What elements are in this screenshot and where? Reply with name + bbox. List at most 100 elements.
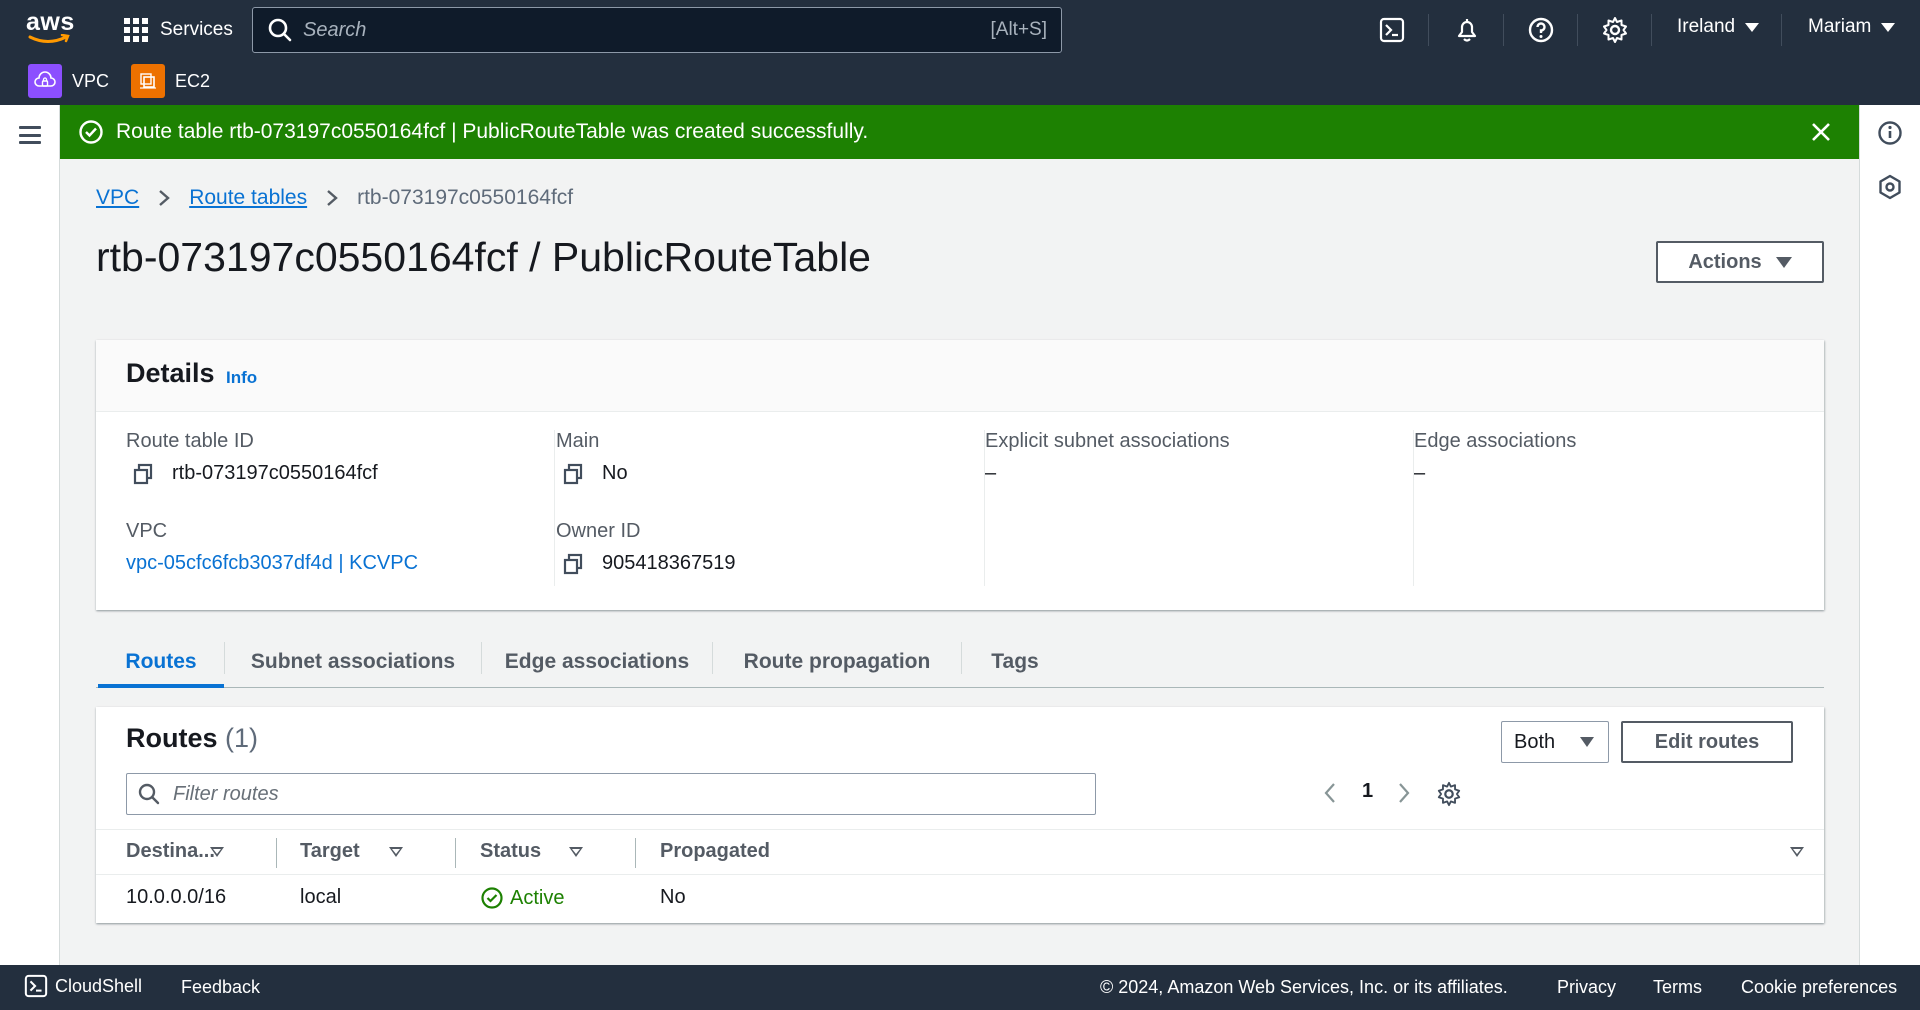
account-menu[interactable]: Mariam xyxy=(1808,16,1896,38)
details-header: Details Info xyxy=(96,340,1824,412)
copy-icon[interactable] xyxy=(562,553,584,575)
actions-label: Actions xyxy=(1688,250,1762,273)
vpc-service-icon xyxy=(28,64,62,98)
details-column-3: Explicit subnet associations – xyxy=(985,430,1414,586)
aws-logo[interactable]: aws xyxy=(26,10,74,44)
copy-icon[interactable] xyxy=(132,463,154,485)
search-icon xyxy=(138,783,160,805)
search-icon xyxy=(268,18,292,42)
flash-message: Route table rtb-073197c0550164fcf | Publ… xyxy=(116,120,869,143)
chevron-right-icon xyxy=(159,190,171,206)
column-target[interactable]: Target xyxy=(300,840,360,863)
privacy-link[interactable]: Privacy xyxy=(1557,977,1616,998)
favorite-ec2-label: EC2 xyxy=(175,70,211,91)
owner-id-text: 905418367519 xyxy=(602,552,736,574)
status-text: Active xyxy=(510,886,565,909)
bell-icon xyxy=(1457,19,1477,42)
breadcrumb-route-tables[interactable]: Route tables xyxy=(189,186,307,210)
routes-table-header: Destina... Target Status Propagated xyxy=(96,829,1824,875)
tab-route-propagation[interactable]: Route propagation xyxy=(713,636,961,688)
column-resizer[interactable] xyxy=(276,838,277,868)
caret-down-icon xyxy=(1881,22,1896,32)
sort-caret-icon[interactable] xyxy=(1790,847,1804,857)
actions-button[interactable]: Actions xyxy=(1656,241,1824,283)
gear-icon xyxy=(1603,17,1627,43)
cell-target: local xyxy=(300,886,342,908)
aws-logo-text: aws xyxy=(26,8,75,36)
chevron-right-icon xyxy=(327,190,338,206)
cloudshell-icon xyxy=(24,974,48,998)
feedback-link[interactable]: Feedback xyxy=(181,977,260,998)
global-search[interactable]: [Alt+S] xyxy=(252,7,1062,53)
nav-divider xyxy=(1651,14,1652,46)
services-grid-icon xyxy=(124,18,148,42)
sort-caret-icon[interactable] xyxy=(569,847,583,857)
explorer-icon[interactable] xyxy=(1876,173,1904,201)
region-selector[interactable]: Ireland xyxy=(1677,16,1760,38)
info-panel-icon[interactable] xyxy=(1876,119,1904,147)
close-icon[interactable] xyxy=(1808,119,1834,145)
terms-link[interactable]: Terms xyxy=(1653,977,1702,998)
cell-destination: 10.0.0.0/16 xyxy=(126,886,227,908)
vpc-link[interactable]: vpc-05cfc6fcb3037df4d | KCVPC xyxy=(126,552,418,575)
search-input[interactable] xyxy=(303,18,991,42)
notifications-button[interactable] xyxy=(1451,14,1483,46)
chevron-left-icon[interactable] xyxy=(1322,781,1338,805)
sort-caret-icon[interactable] xyxy=(210,847,224,857)
routes-count: (1) xyxy=(225,723,259,753)
column-propagated[interactable]: Propagated xyxy=(660,840,770,863)
sort-caret-icon[interactable] xyxy=(389,847,403,857)
route-filter-value: Both xyxy=(1514,730,1556,753)
column-resizer[interactable] xyxy=(635,838,636,868)
routes-heading-text: Routes xyxy=(126,723,218,753)
left-navigation-rail xyxy=(0,105,60,965)
cell-status: Active xyxy=(480,886,564,910)
filter-routes-input[interactable] xyxy=(173,782,1095,806)
info-link[interactable]: Info xyxy=(226,368,257,388)
edit-routes-button[interactable]: Edit routes xyxy=(1621,721,1793,763)
explicit-subnet-label: Explicit subnet associations xyxy=(985,430,1230,452)
search-shortcut-hint: [Alt+S] xyxy=(990,19,1048,40)
tab-edge-associations[interactable]: Edge associations xyxy=(482,636,712,688)
favorite-ec2[interactable]: EC2 xyxy=(131,64,210,98)
vpc-label: VPC xyxy=(126,520,168,542)
gear-icon[interactable] xyxy=(1436,781,1462,807)
nav-divider xyxy=(1577,14,1578,46)
footer: CloudShell Feedback © 2024, Amazon Web S… xyxy=(0,965,1920,1010)
tab-routes[interactable]: Routes xyxy=(98,636,224,688)
owner-id-label: Owner ID xyxy=(556,520,641,542)
cloudshell-nav-button[interactable] xyxy=(1376,14,1408,46)
ec2-service-icon xyxy=(131,64,165,98)
tab-subnet-associations[interactable]: Subnet associations xyxy=(225,636,481,688)
services-menu-button[interactable]: Services xyxy=(124,14,233,46)
tab-tags[interactable]: Tags xyxy=(962,636,1068,688)
breadcrumb-vpc[interactable]: VPC xyxy=(96,186,139,210)
success-flashbar: Route table rtb-073197c0550164fcf | Publ… xyxy=(60,105,1859,159)
page-number[interactable]: 1 xyxy=(1362,780,1373,803)
column-resizer[interactable] xyxy=(455,838,456,868)
column-status[interactable]: Status xyxy=(480,840,541,863)
help-icon xyxy=(1528,17,1554,43)
column-destination[interactable]: Destina... xyxy=(126,840,215,863)
caret-down-icon xyxy=(1775,256,1792,268)
settings-button[interactable] xyxy=(1599,14,1631,46)
main-text: No xyxy=(602,462,628,484)
cell-propagated: No xyxy=(660,886,686,908)
cloudshell-footer-button[interactable]: CloudShell xyxy=(24,974,142,998)
copy-icon[interactable] xyxy=(562,463,584,485)
route-table-id-value: rtb-073197c0550164fcf xyxy=(132,462,378,485)
right-tools-rail xyxy=(1859,105,1920,965)
cookie-preferences-link[interactable]: Cookie preferences xyxy=(1741,977,1897,998)
chevron-right-icon[interactable] xyxy=(1396,781,1412,805)
favorite-vpc[interactable]: VPC xyxy=(28,64,109,98)
services-label: Services xyxy=(160,19,233,40)
cloudshell-icon xyxy=(1379,17,1405,43)
owner-id-value: 905418367519 xyxy=(562,552,735,575)
help-button[interactable] xyxy=(1525,14,1557,46)
route-filter-select[interactable]: Both xyxy=(1501,721,1609,763)
region-label: Ireland xyxy=(1677,16,1736,37)
caret-down-icon xyxy=(1745,22,1760,32)
filter-routes-field[interactable] xyxy=(126,773,1096,815)
details-column-1: Route table ID rtb-073197c0550164fcf VPC… xyxy=(126,430,555,586)
menu-icon[interactable] xyxy=(19,126,41,144)
